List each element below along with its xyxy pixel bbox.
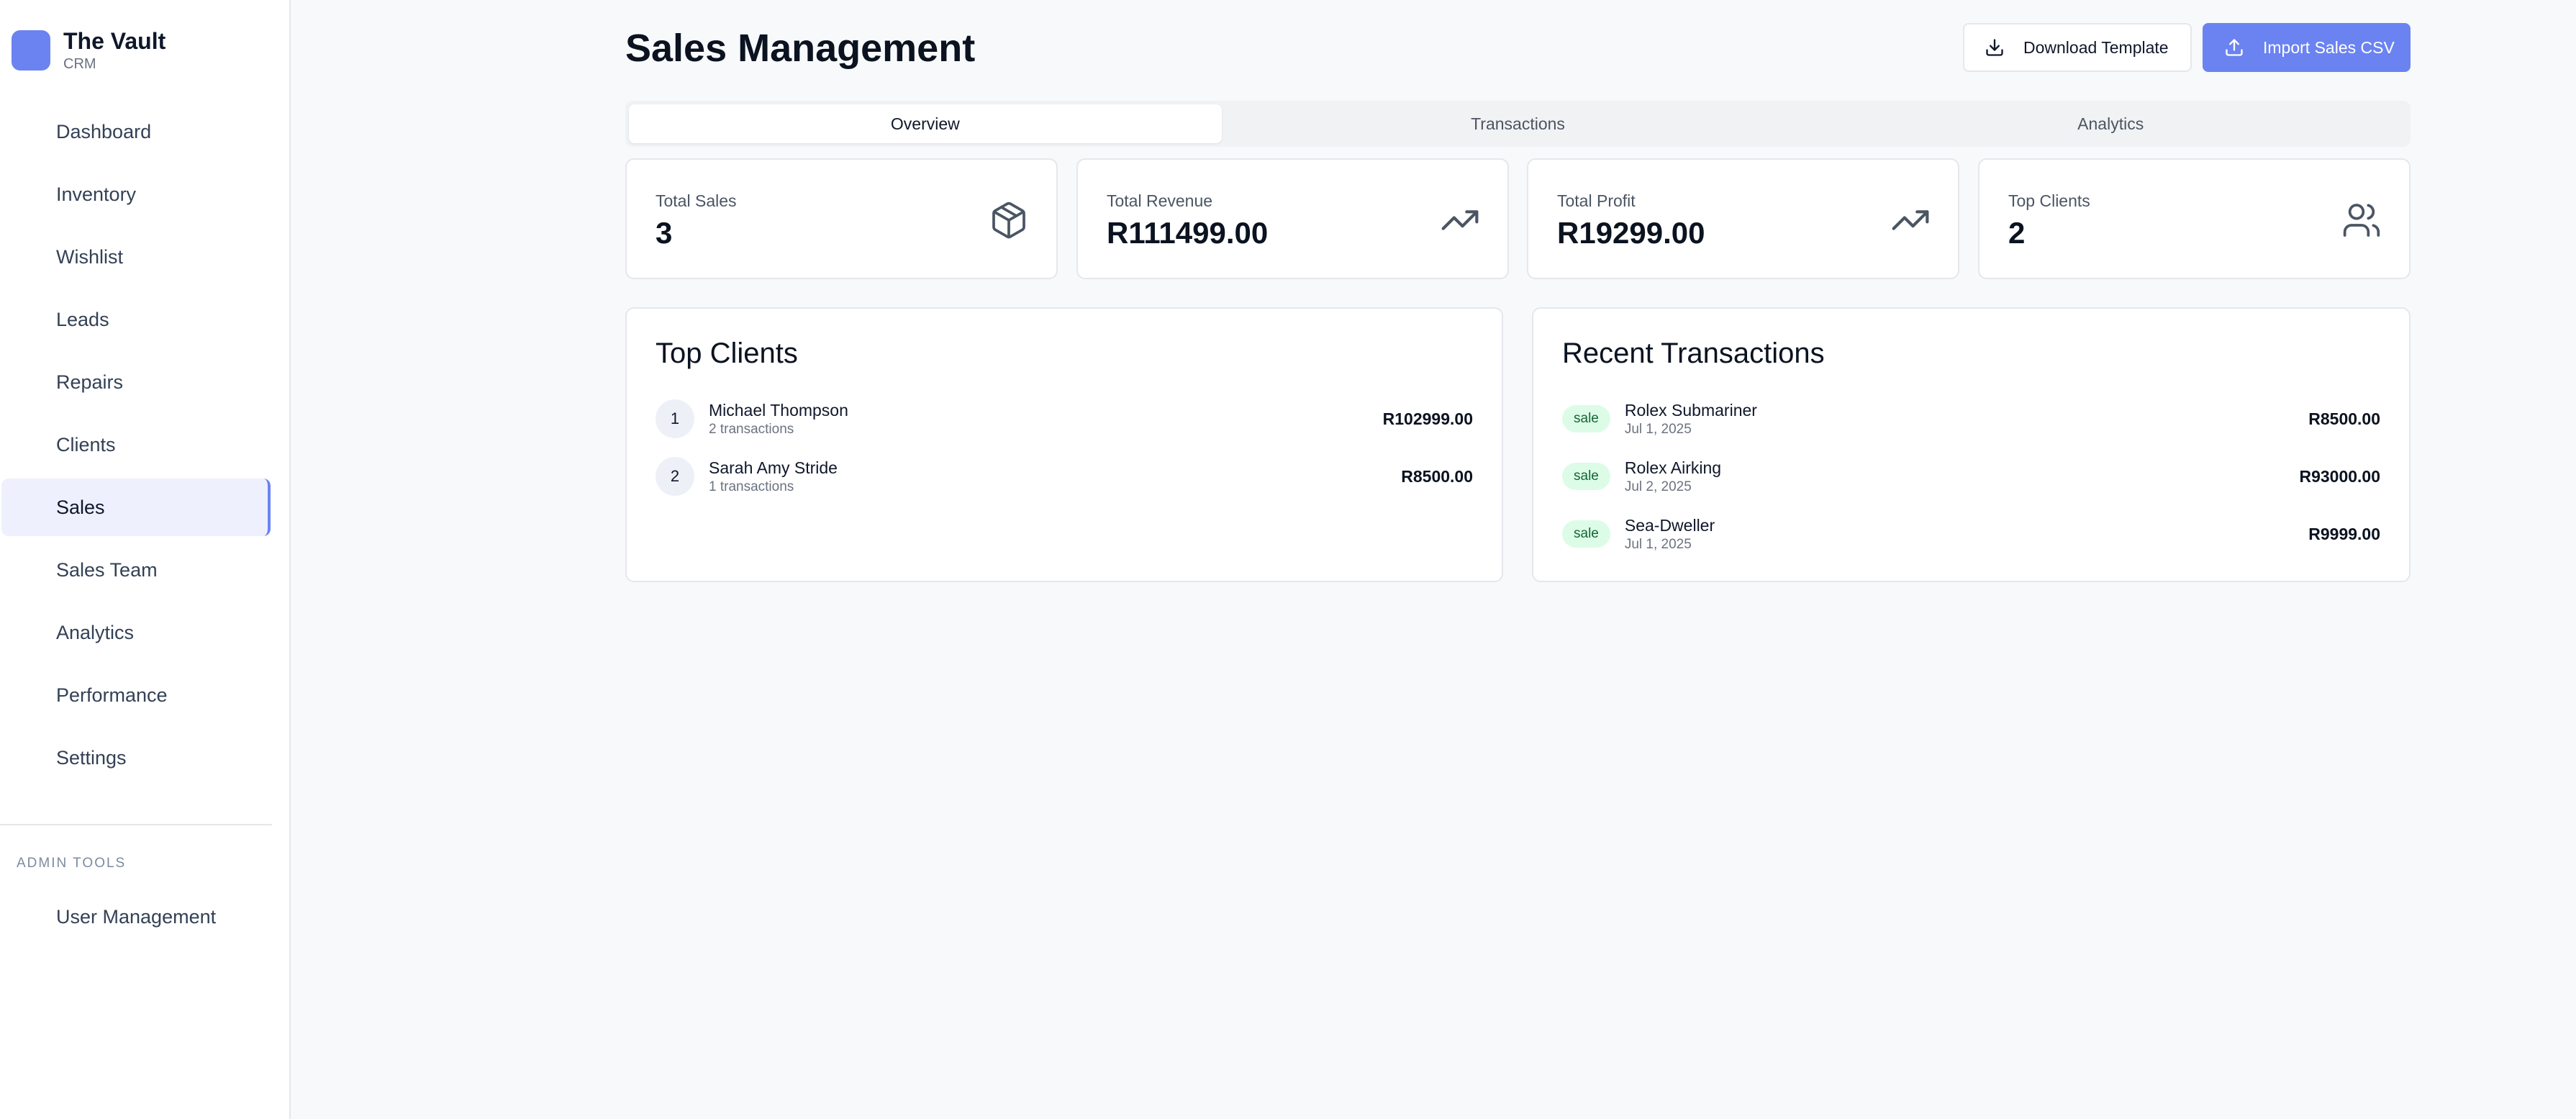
- sidebar-item-dashboard[interactable]: Dashboard: [1, 103, 271, 160]
- stat-label: Total Sales: [656, 191, 737, 210]
- stat-label: Top Clients: [2008, 191, 2090, 210]
- transaction-date: Jul 1, 2025: [1624, 537, 1692, 552]
- list-item[interactable]: 2 Sarah Amy Stride 1 transactions R8500.…: [656, 451, 1473, 502]
- list-item[interactable]: sale Rolex Submariner Jul 1, 2025 R8500.…: [1562, 394, 2380, 444]
- recent-transactions-card: Recent Transactions sale Rolex Submarine…: [1532, 307, 2411, 582]
- transaction-amount: R9999.00: [2308, 524, 2380, 543]
- sidebar-item-analytics[interactable]: Analytics: [1, 604, 271, 661]
- stat-card-top-clients: Top Clients 2: [1978, 158, 2411, 279]
- stat-value: 3: [656, 216, 673, 250]
- top-clients-title: Top Clients: [656, 337, 798, 369]
- sidebar-item-performance[interactable]: Performance: [1, 666, 271, 724]
- tab-transactions[interactable]: Transactions: [1222, 104, 1815, 143]
- sidebar: The Vault CRM Dashboard Inventory Wishli…: [0, 0, 291, 1119]
- transaction-count: 2 transactions: [709, 422, 794, 437]
- transaction-date: Jul 1, 2025: [1624, 422, 1692, 437]
- product-name: Sea-Dweller: [1624, 516, 1715, 535]
- brand[interactable]: The Vault CRM: [12, 27, 165, 73]
- sidebar-item-settings[interactable]: Settings: [1, 729, 271, 787]
- package-icon: [992, 201, 1025, 239]
- client-name: Michael Thompson: [709, 401, 848, 420]
- list-item[interactable]: sale Sea-Dweller Jul 1, 2025 R9999.00: [1562, 509, 2380, 559]
- page-title: Sales Management: [625, 27, 976, 70]
- trending-up-icon: [1441, 210, 1479, 230]
- sidebar-item-clients[interactable]: Clients: [1, 416, 271, 474]
- client-name: Sarah Amy Stride: [709, 458, 838, 477]
- stat-value: R19299.00: [1557, 216, 1705, 250]
- sidebar-item-sales-team[interactable]: Sales Team: [1, 541, 271, 599]
- import-sales-csv-label: Import Sales CSV: [2263, 37, 2395, 57]
- brand-subtitle: CRM: [63, 56, 96, 72]
- stat-value: R111499.00: [1107, 216, 1269, 250]
- sidebar-item-wishlist[interactable]: Wishlist: [1, 228, 271, 286]
- stat-card-total-revenue: Total Revenue R111499.00: [1076, 158, 1509, 279]
- stat-card-total-profit: Total Profit R19299.00: [1527, 158, 1959, 279]
- download-icon: [1986, 39, 2003, 56]
- row-main: Sarah Amy Stride 1 transactions: [709, 457, 1401, 496]
- status-badge: sale: [1562, 405, 1610, 432]
- admin-tools-label: ADMIN TOOLS: [17, 856, 127, 871]
- rank-badge: 1: [656, 399, 694, 438]
- brand-name: The Vault: [63, 28, 166, 54]
- row-main: Rolex Submariner Jul 1, 2025: [1625, 399, 2308, 438]
- transaction-amount: R8500.00: [2308, 409, 2380, 428]
- download-template-label: Download Template: [2023, 37, 2169, 57]
- stat-value: 2: [2008, 216, 2026, 250]
- tab-analytics[interactable]: Analytics: [1814, 104, 2407, 143]
- tab-bar: Overview Transactions Analytics: [625, 101, 2411, 147]
- list-item[interactable]: sale Rolex Airking Jul 2, 2025 R93000.00: [1562, 451, 2380, 502]
- brand-logo: [12, 30, 50, 71]
- row-main: Michael Thompson 2 transactions: [709, 399, 1383, 438]
- stat-label: Total Profit: [1557, 191, 1636, 210]
- top-clients-card: Top Clients 1 Michael Thompson 2 transac…: [625, 307, 1503, 582]
- sidebar-item-inventory[interactable]: Inventory: [1, 166, 271, 223]
- product-name: Rolex Submariner: [1624, 401, 1757, 420]
- stat-label: Total Revenue: [1107, 191, 1213, 210]
- recent-transactions-title: Recent Transactions: [1562, 337, 1825, 369]
- row-main: Rolex Airking Jul 2, 2025: [1625, 457, 2300, 496]
- transaction-amount: R93000.00: [2299, 466, 2380, 486]
- users-icon: [2343, 204, 2380, 237]
- status-badge: sale: [1562, 520, 1610, 548]
- sidebar-item-user-management[interactable]: User Management: [1, 888, 271, 946]
- sidebar-divider: [0, 824, 272, 825]
- upload-icon: [2226, 39, 2243, 56]
- tab-overview[interactable]: Overview: [629, 104, 1222, 143]
- product-name: Rolex Airking: [1624, 458, 1722, 477]
- row-main: Sea-Dweller Jul 1, 2025: [1625, 515, 2308, 553]
- transaction-count: 1 transactions: [709, 479, 794, 494]
- sidebar-item-repairs[interactable]: Repairs: [1, 353, 271, 411]
- list-item[interactable]: 1 Michael Thompson 2 transactions R10299…: [656, 394, 1473, 444]
- stat-card-total-sales: Total Sales 3: [625, 158, 1058, 279]
- transaction-date: Jul 2, 2025: [1624, 479, 1692, 494]
- rank-badge: 2: [656, 457, 694, 496]
- admin-nav: User Management: [0, 888, 271, 951]
- sidebar-nav: Dashboard Inventory Wishlist Leads Repai…: [0, 103, 271, 792]
- status-badge: sale: [1562, 463, 1610, 490]
- sidebar-item-sales[interactable]: Sales: [1, 479, 271, 536]
- import-sales-csv-button[interactable]: Import Sales CSV: [2203, 23, 2411, 72]
- client-total: R102999.00: [1382, 409, 1473, 428]
- download-template-button[interactable]: Download Template: [1963, 23, 2192, 72]
- client-total: R8500.00: [1401, 466, 1473, 486]
- sidebar-item-leads[interactable]: Leads: [1, 291, 271, 348]
- trending-up-icon: [1892, 210, 1929, 230]
- brand-text: The Vault CRM: [63, 27, 165, 73]
